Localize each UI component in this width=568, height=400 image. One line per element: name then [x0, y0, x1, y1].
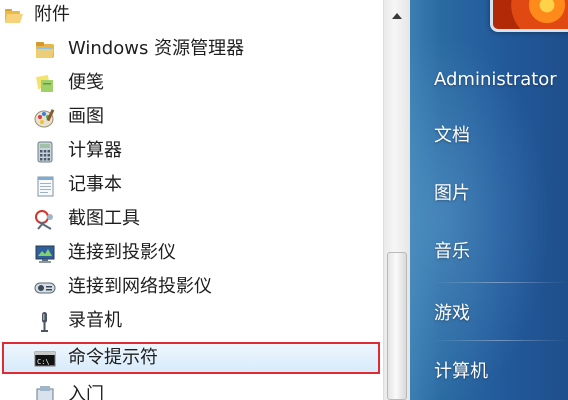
scroll-up-button[interactable] [384, 0, 410, 26]
program-item-sticky-notes[interactable]: 便笺 [0, 66, 383, 100]
network-projector-icon [34, 277, 56, 299]
snipping-tool-icon [34, 209, 56, 231]
right-item-user[interactable]: Administrator [410, 60, 568, 100]
program-item-getting-started[interactable]: 入门 [0, 378, 383, 400]
user-avatar[interactable] [490, 0, 568, 32]
program-item-network-projector[interactable]: 连接到网络投影仪 [0, 270, 383, 304]
program-item-explorer[interactable]: Windows 资源管理器 [0, 32, 383, 66]
right-item-documents[interactable]: 文档 [410, 116, 568, 156]
folder-label: 附件 [34, 4, 70, 25]
sticky-notes-icon [34, 73, 56, 95]
explorer-folder-icon [34, 39, 56, 61]
microphone-icon [34, 311, 56, 333]
programs-scrollbar[interactable] [383, 0, 410, 400]
calculator-icon [34, 141, 56, 163]
folder-open-icon [4, 6, 24, 24]
program-item-command-prompt[interactable]: C:\_ 命令提示符 [0, 342, 383, 376]
separator [432, 340, 568, 341]
right-item-music[interactable]: 音乐 [410, 232, 568, 272]
program-item-notepad[interactable]: 记事本 [0, 168, 383, 202]
scroll-thumb[interactable] [387, 252, 407, 400]
right-item-computer[interactable]: 计算机 [410, 352, 568, 392]
start-menu-right-pane: Administrator 文档 图片 音乐 游戏 计算机 [410, 0, 568, 400]
program-item-snipping-tool[interactable]: 截图工具 [0, 202, 383, 236]
program-item-sound-recorder[interactable]: 录音机 [0, 304, 383, 338]
arrow-up-icon [392, 4, 402, 23]
selection-highlight [2, 342, 380, 374]
accessories-folder[interactable]: 附件 [0, 0, 383, 30]
svg-text:C:\_: C:\_ [37, 358, 55, 366]
projector-icon [34, 243, 56, 265]
program-item-paint[interactable]: 画图 [0, 100, 383, 134]
program-item-calculator[interactable]: 计算器 [0, 134, 383, 168]
paint-palette-icon [34, 107, 56, 129]
notepad-icon [34, 175, 56, 197]
getting-started-icon [34, 385, 56, 400]
program-item-projector[interactable]: 连接到投影仪 [0, 236, 383, 270]
separator [432, 282, 568, 283]
command-prompt-icon: C:\_ [34, 348, 56, 370]
right-item-pictures[interactable]: 图片 [410, 174, 568, 214]
right-item-games[interactable]: 游戏 [410, 294, 568, 334]
all-programs-list: 附件 Windows 资源管理器 便笺 画图 计算器 记事本 截图工具 连接到投… [0, 0, 383, 400]
